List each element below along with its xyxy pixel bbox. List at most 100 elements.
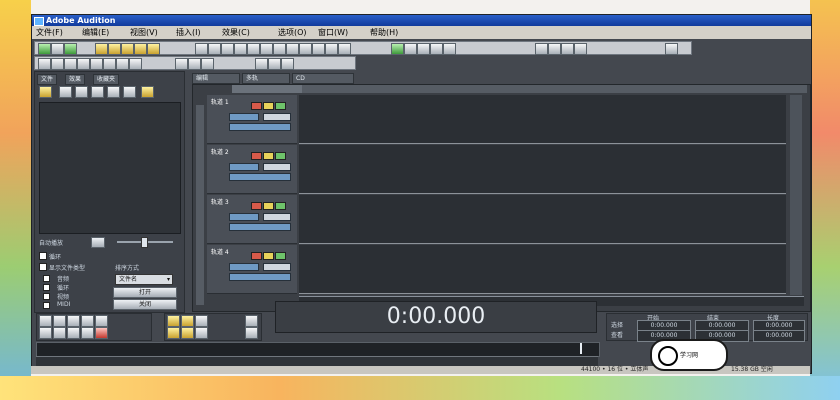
menu-insert[interactable]: 插入(I) — [176, 26, 201, 39]
input-field[interactable] — [263, 113, 291, 121]
pan-field[interactable] — [229, 223, 291, 231]
tool-a-icon[interactable] — [38, 58, 51, 70]
help-icon[interactable] — [665, 43, 678, 55]
tool-n-icon[interactable] — [281, 58, 294, 70]
tool-g-icon[interactable] — [116, 58, 129, 70]
workspace-icon[interactable] — [535, 43, 548, 55]
mute-button[interactable] — [251, 152, 262, 160]
metronome-icon[interactable] — [273, 43, 286, 55]
tool-d-icon[interactable] — [77, 58, 90, 70]
type-loop-checkbox[interactable] — [43, 284, 50, 291]
track-lane-3[interactable] — [299, 195, 786, 244]
save-icon[interactable] — [64, 43, 77, 55]
vertical-scrollbar[interactable] — [790, 95, 802, 295]
track-lane-4[interactable] — [299, 245, 786, 294]
menu-view[interactable]: 视图(V) — [130, 26, 158, 39]
view-length-field[interactable]: 0:00.000 — [753, 330, 805, 342]
zoom-full-icon[interactable] — [195, 315, 208, 327]
mute-button[interactable] — [251, 102, 262, 110]
input-field[interactable] — [263, 213, 291, 221]
input-field[interactable] — [263, 263, 291, 271]
tool-k-icon[interactable] — [201, 58, 214, 70]
volume-field[interactable] — [229, 213, 259, 221]
pause-icon[interactable] — [67, 315, 80, 327]
tab-cd-view[interactable]: CD — [292, 73, 354, 84]
play-to-end-icon[interactable] — [81, 315, 94, 327]
hybrid-tool-icon[interactable] — [325, 43, 338, 55]
type-audio-checkbox[interactable] — [43, 275, 50, 282]
undo-icon[interactable] — [195, 43, 208, 55]
play-loop-icon[interactable] — [95, 315, 108, 327]
pan-field[interactable] — [229, 123, 291, 131]
cut-icon[interactable] — [95, 43, 108, 55]
track-lane-1[interactable] — [299, 95, 786, 144]
move-tool-icon[interactable] — [338, 43, 351, 55]
snap-icon[interactable] — [260, 43, 273, 55]
record-button[interactable] — [275, 202, 286, 210]
open-button[interactable]: 打开 — [113, 287, 177, 298]
tool-e-icon[interactable] — [90, 58, 103, 70]
trim-icon[interactable] — [147, 43, 160, 55]
mute-button[interactable] — [251, 252, 262, 260]
zoom-right-icon[interactable] — [181, 327, 194, 339]
menu-file[interactable]: 文件(F) — [36, 26, 63, 39]
zoom-vertical-out-icon[interactable] — [245, 327, 258, 339]
solo-button[interactable] — [263, 152, 274, 160]
record-icon[interactable] — [95, 327, 108, 339]
insert-file-icon[interactable] — [91, 86, 104, 98]
copy-icon[interactable] — [108, 43, 121, 55]
zoom-in-icon[interactable] — [221, 43, 234, 55]
video-icon[interactable] — [561, 43, 574, 55]
spectral-icon[interactable] — [417, 43, 430, 55]
mute-button[interactable] — [251, 202, 262, 210]
tool-f-icon[interactable] — [103, 58, 116, 70]
tool-c-icon[interactable] — [64, 58, 77, 70]
new-icon[interactable] — [38, 43, 51, 55]
volume-field[interactable] — [229, 113, 259, 121]
auto-play-button[interactable] — [91, 237, 105, 248]
envelope-icon[interactable] — [299, 43, 312, 55]
marker-icon[interactable] — [247, 43, 260, 55]
tab-favorites[interactable]: 收藏夹 — [93, 74, 120, 85]
edit-file-icon[interactable] — [75, 86, 88, 98]
import-icon[interactable] — [39, 86, 52, 98]
tool-j-icon[interactable] — [188, 58, 201, 70]
close-file-icon[interactable] — [59, 86, 72, 98]
options-file-icon[interactable] — [141, 86, 154, 98]
sort-select[interactable]: 文件名 ▾ — [115, 274, 173, 285]
record-arm-icon[interactable] — [391, 43, 404, 55]
cd-icon[interactable] — [574, 43, 587, 55]
pan-field[interactable] — [229, 273, 291, 281]
mixer-icon[interactable] — [404, 43, 417, 55]
zoom-out-horizontal-icon[interactable] — [181, 315, 194, 327]
time-select-icon[interactable] — [312, 43, 325, 55]
zoom-selection-icon[interactable] — [195, 327, 208, 339]
solo-button[interactable] — [263, 202, 274, 210]
tool-b-icon[interactable] — [51, 58, 64, 70]
pan-field[interactable] — [229, 173, 291, 181]
loop-icon[interactable] — [286, 43, 299, 55]
tool-m-icon[interactable] — [268, 58, 281, 70]
settings-icon[interactable] — [548, 43, 561, 55]
input-field[interactable] — [263, 163, 291, 171]
menu-effects[interactable]: 效果(C) — [222, 26, 250, 39]
go-end-icon[interactable] — [81, 327, 94, 339]
tab-multitrack-view[interactable]: 多轨 — [242, 73, 290, 84]
file-list[interactable] — [39, 102, 181, 234]
menu-help[interactable]: 帮助(H) — [370, 26, 398, 39]
menu-window[interactable]: 窗口(W) — [318, 26, 348, 39]
paste-icon[interactable] — [121, 43, 134, 55]
fast-forward-icon[interactable] — [67, 327, 80, 339]
tab-files[interactable]: 文件 — [37, 74, 58, 85]
show-types-checkbox[interactable] — [39, 263, 47, 271]
track-lane-2[interactable] — [299, 145, 786, 194]
zoom-in-horizontal-icon[interactable] — [167, 315, 180, 327]
type-video-checkbox[interactable] — [43, 293, 50, 300]
play-file-icon[interactable] — [107, 86, 120, 98]
track-scrollbar-left[interactable] — [196, 105, 204, 305]
zoom-left-icon[interactable] — [167, 327, 180, 339]
type-midi-checkbox[interactable] — [43, 302, 50, 309]
volume-field[interactable] — [229, 263, 259, 271]
redo-icon[interactable] — [208, 43, 221, 55]
go-start-icon[interactable] — [39, 327, 52, 339]
